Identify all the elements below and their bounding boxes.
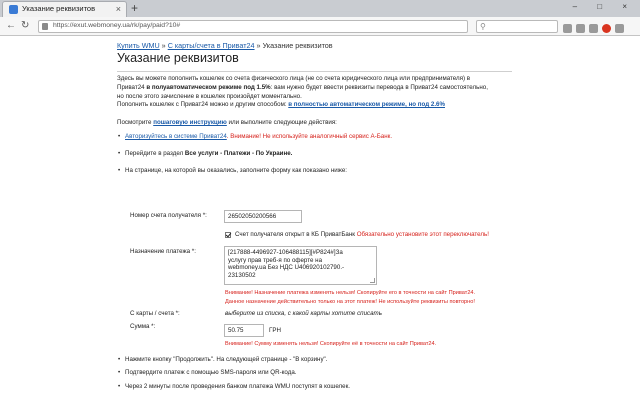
intro-line-3: но после этого зачисление в кошелек прои… bbox=[117, 92, 302, 100]
lock-icon bbox=[42, 23, 48, 30]
abank-warning: . Внимание! Не используйте аналогичный с… bbox=[226, 133, 393, 140]
steps-list: Авторизуйтесь в системе Приват24. Вниман… bbox=[117, 133, 517, 183]
step-authorize: Авторизуйтесь в системе Приват24. Вниман… bbox=[117, 133, 517, 142]
download-icon[interactable] bbox=[576, 24, 585, 33]
tab-strip: Указание реквизитов × + – □ × bbox=[0, 0, 640, 17]
breadcrumb-separator: » bbox=[159, 41, 168, 50]
favicon-icon bbox=[9, 5, 18, 14]
breadcrumb-privat24[interactable]: С карты/счета в Приват24 bbox=[168, 41, 255, 50]
adblock-icon[interactable] bbox=[602, 24, 611, 33]
new-tab-button[interactable]: + bbox=[131, 2, 138, 14]
url-text[interactable]: https://exut.webmoney.ua/rk/pay/paid?10# bbox=[53, 22, 180, 29]
tab-title: Указание реквизитов bbox=[22, 4, 96, 13]
intro-line-1: Здесь вы можете пополнить кошелек со сче… bbox=[117, 75, 471, 82]
auto-mode-link[interactable]: в полностью автоматическом режиме, но по… bbox=[288, 101, 445, 108]
account-label: Номер счета получателя *: bbox=[130, 212, 207, 219]
step-confirm: Подтвердите платеж с помощью SMS-пароля … bbox=[117, 369, 350, 378]
search-input[interactable]: ⚲ bbox=[476, 20, 558, 33]
step-continue: Нажмите кнопку "Продолжить". На следующе… bbox=[117, 356, 350, 365]
address-bar[interactable]: https://exut.webmoney.ua/rk/pay/paid?10# bbox=[38, 20, 468, 33]
final-steps-list: Нажмите кнопку "Продолжить". На следующе… bbox=[117, 356, 350, 399]
sum-field[interactable]: 50.75 bbox=[224, 324, 264, 337]
reload-icon[interactable]: ↻ bbox=[21, 20, 29, 32]
purpose-line: [217888-4496927-106488115][#P824#]За bbox=[228, 249, 343, 256]
intro-text: Здесь вы можете пополнить кошелек со сче… bbox=[117, 75, 517, 110]
breadcrumb-current: Указание реквизитов bbox=[262, 41, 333, 50]
step-section: Перейдите в раздел Все услуги - Платежи … bbox=[117, 150, 517, 159]
toolbar-icons bbox=[563, 20, 628, 33]
instruction-link[interactable]: пошаговую инструкцию bbox=[153, 119, 227, 126]
home-icon[interactable] bbox=[589, 24, 598, 33]
purpose-line: 23130502 bbox=[228, 271, 256, 279]
search-icon: ⚲ bbox=[480, 22, 486, 31]
intro-line-2: Приват24 в полуавтоматическом режиме под… bbox=[117, 83, 488, 91]
window-controls[interactable]: – □ × bbox=[573, 2, 636, 11]
title-divider bbox=[117, 71, 512, 72]
purpose-label: Назначение платежа *: bbox=[130, 248, 196, 255]
privatbank-checkbox[interactable] bbox=[225, 232, 231, 238]
purpose-warning-1: Внимание! Назначение платежа изменять не… bbox=[225, 290, 476, 296]
step-credited: Через 2 минуты после проведения банком п… bbox=[117, 383, 350, 392]
bookmark-icon[interactable] bbox=[563, 24, 572, 33]
breadcrumb-separator: » bbox=[254, 41, 263, 50]
sum-label: Сумма *: bbox=[130, 323, 156, 330]
navigation-bar: ← ↻ https://exut.webmoney.ua/rk/pay/paid… bbox=[0, 17, 640, 36]
purpose-line: webmoney.ua Без НДС U406920102790.- bbox=[228, 264, 345, 272]
intro-rate-bold: в полуавтоматическом режиме под 1.5% bbox=[146, 83, 271, 91]
account-field[interactable]: 26502050200566 bbox=[224, 210, 302, 223]
authorize-link[interactable]: Авторизуйтесь в системе Приват24 bbox=[125, 133, 227, 140]
sum-currency: ГРН bbox=[269, 327, 281, 334]
instruction-line: Посмотрите пошаговую инструкцию или выпо… bbox=[117, 119, 337, 126]
checkbox-warning: Обязательно установите этот переключател… bbox=[354, 231, 489, 238]
back-arrow-icon[interactable]: ← bbox=[6, 20, 16, 32]
checkbox-label: Счет получателя открыт в КБ ПриватБанк О… bbox=[235, 231, 489, 238]
sum-warning: Внимание! Сумму изменять нельзя! Скопиру… bbox=[225, 341, 437, 347]
browser-tab[interactable]: Указание реквизитов × bbox=[2, 1, 127, 17]
purpose-line: услугу прав треб-я по оферте на bbox=[228, 256, 323, 264]
breadcrumb: Купить WMU » С карты/счета в Приват24 » … bbox=[117, 41, 333, 51]
resize-handle[interactable] bbox=[370, 278, 375, 283]
menu-icon[interactable] bbox=[615, 24, 624, 33]
card-hint: выберите из списка, с какой карты хотите… bbox=[225, 310, 382, 317]
breadcrumb-buy-wmu[interactable]: Купить WMU bbox=[117, 41, 160, 50]
section-path: Все услуги - Платежи - По Украине. bbox=[184, 149, 293, 157]
page-title: Указание реквизитов bbox=[117, 51, 239, 65]
close-tab-icon[interactable]: × bbox=[116, 3, 121, 15]
purpose-textarea[interactable]: [217888-4496927-106488115][#P824#]За усл… bbox=[224, 246, 377, 285]
intro-line-4: Пополнить кошелек с Приват24 можно и дру… bbox=[117, 101, 445, 109]
step-fill-form: На странице, на которой вы оказались, за… bbox=[117, 167, 517, 176]
purpose-warning-2: Данное назначение действительно только н… bbox=[225, 299, 475, 305]
card-label: С карты / счета *: bbox=[130, 310, 180, 317]
